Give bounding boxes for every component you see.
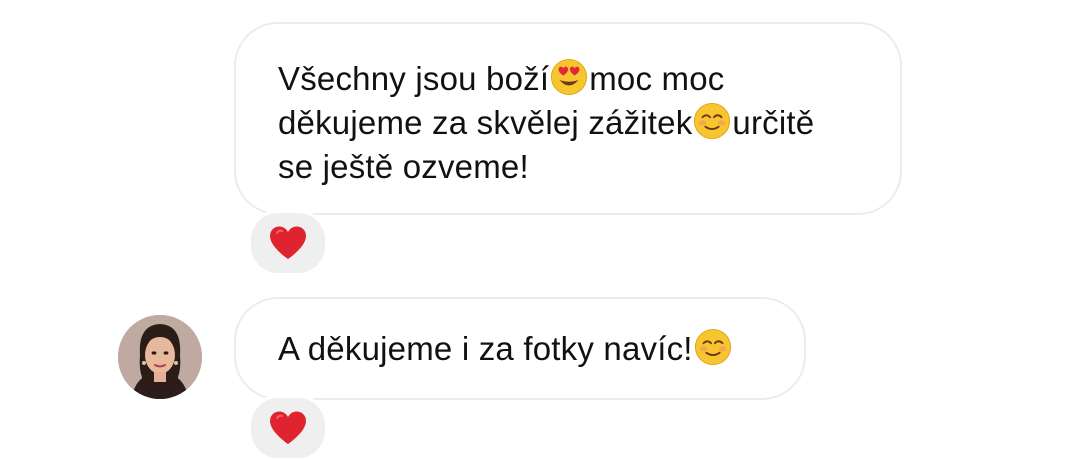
message-line: děkujeme za skvělej zážitek určitě (278, 102, 815, 141)
message-bubble-2[interactable]: A děkujeme i za fotky navíc! (234, 297, 806, 400)
red-heart-icon (270, 226, 306, 259)
red-heart-icon (270, 411, 306, 444)
user-avatar-photo (118, 315, 202, 399)
smiling-blush-emoji-icon (694, 102, 731, 140)
heart-eyes-emoji-icon (551, 58, 588, 96)
message-line: Všechny jsou boží moc moc (278, 58, 725, 97)
smiling-blush-emoji-icon (694, 328, 731, 366)
message-line: se ještě ozveme! (278, 148, 529, 185)
avatar[interactable] (118, 315, 202, 399)
message-bubble-1[interactable]: Všechny jsou boží moc moc děkujeme za sk… (234, 22, 902, 215)
message-line: A děkujeme i za fotky navíc! (278, 327, 774, 371)
reaction-badge[interactable] (248, 210, 328, 276)
reaction-badge[interactable] (248, 395, 328, 461)
